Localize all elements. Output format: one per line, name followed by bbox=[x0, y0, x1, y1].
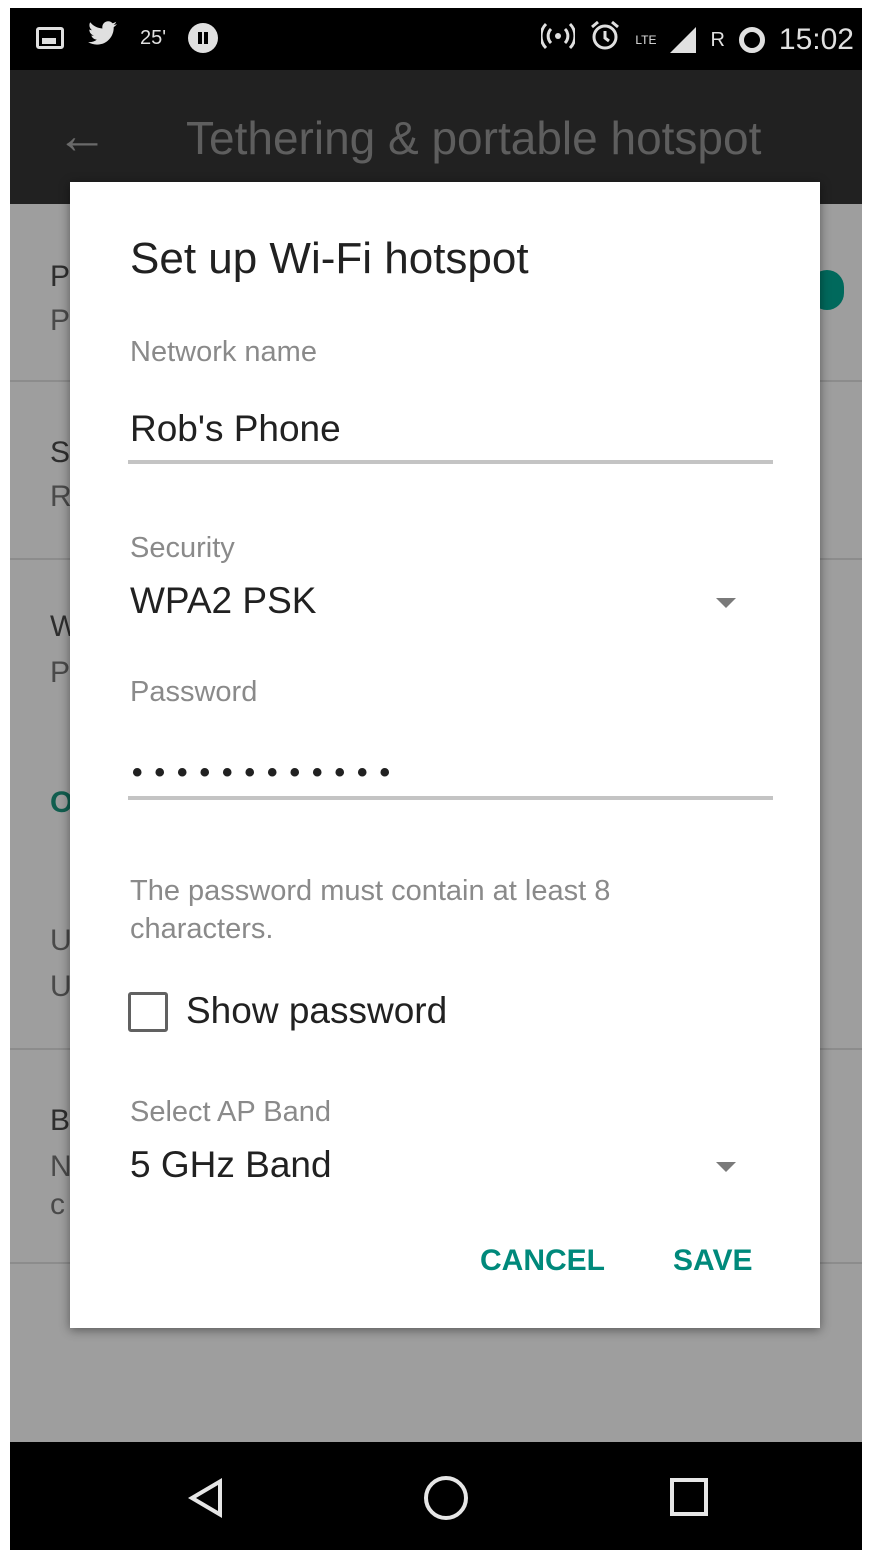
page-title: Tethering & portable hotspot bbox=[186, 112, 762, 164]
phone-screen: 25' LTE R 15:02 ← Tethering & portable h… bbox=[10, 8, 862, 1550]
network-name-underline bbox=[128, 460, 773, 464]
dialog-title: Set up Wi-Fi hotspot bbox=[130, 234, 529, 283]
list-item-subtitle: P bbox=[50, 656, 71, 689]
chevron-down-icon[interactable] bbox=[716, 1162, 736, 1172]
status-bar-right: LTE R 15:02 bbox=[539, 20, 854, 60]
network-type-badge: LTE bbox=[635, 33, 657, 47]
list-item-subtitle: R bbox=[50, 480, 72, 513]
ap-band-label: Select AP Band bbox=[130, 1096, 332, 1128]
temperature-text: 25' bbox=[140, 26, 167, 49]
password-hint: The password must contain at least 8 cha… bbox=[130, 875, 611, 945]
network-name-input[interactable]: Rob's Phone bbox=[130, 408, 341, 450]
clock-text: 15:02 bbox=[778, 23, 854, 56]
signal-icon bbox=[670, 27, 697, 53]
list-item-subtitle: N bbox=[50, 1150, 72, 1183]
status-bar: 25' LTE R 15:02 bbox=[10, 8, 862, 70]
list-item-subtitle-extra: c bbox=[50, 1188, 65, 1221]
roaming-indicator: R bbox=[710, 28, 725, 51]
ap-band-select[interactable]: 5 GHz Band bbox=[130, 1144, 332, 1186]
nav-recents-icon[interactable] bbox=[670, 1478, 708, 1516]
password-label: Password bbox=[130, 676, 258, 708]
security-select[interactable]: WPA2 PSK bbox=[130, 580, 316, 622]
security-label: Security bbox=[130, 532, 235, 564]
list-item-title: S bbox=[50, 436, 71, 469]
save-button[interactable]: SAVE bbox=[673, 1244, 752, 1278]
nav-home-icon[interactable] bbox=[424, 1476, 468, 1520]
cancel-button[interactable]: CANCEL bbox=[480, 1244, 605, 1278]
list-item-title: P bbox=[50, 260, 71, 293]
pause-circle-icon bbox=[188, 23, 219, 53]
status-bar-left: 25' bbox=[36, 20, 219, 56]
image-icon bbox=[36, 27, 64, 49]
alarm-icon bbox=[589, 20, 621, 60]
battery-ring-icon bbox=[738, 27, 765, 53]
password-underline bbox=[128, 796, 773, 800]
network-name-label: Network name bbox=[130, 336, 317, 368]
hotspot-icon bbox=[539, 21, 577, 59]
list-item-subtitle: P bbox=[50, 304, 71, 337]
nav-back-icon[interactable] bbox=[188, 1478, 222, 1518]
navigation-bar bbox=[10, 1442, 862, 1550]
password-input[interactable]: •••••••••••• bbox=[132, 756, 402, 790]
list-item-title: U bbox=[50, 924, 72, 957]
chevron-down-icon[interactable] bbox=[716, 598, 736, 608]
list-item-title: B bbox=[50, 1104, 71, 1137]
show-password-checkbox[interactable] bbox=[128, 992, 168, 1032]
list-item-subtitle: U bbox=[50, 970, 72, 1003]
wifi-hotspot-dialog: Set up Wi-Fi hotspot Network name Rob's … bbox=[70, 182, 820, 1328]
twitter-icon bbox=[86, 20, 118, 56]
arrow-back-icon[interactable]: ← bbox=[56, 106, 108, 166]
show-password-label[interactable]: Show password bbox=[186, 990, 447, 1032]
